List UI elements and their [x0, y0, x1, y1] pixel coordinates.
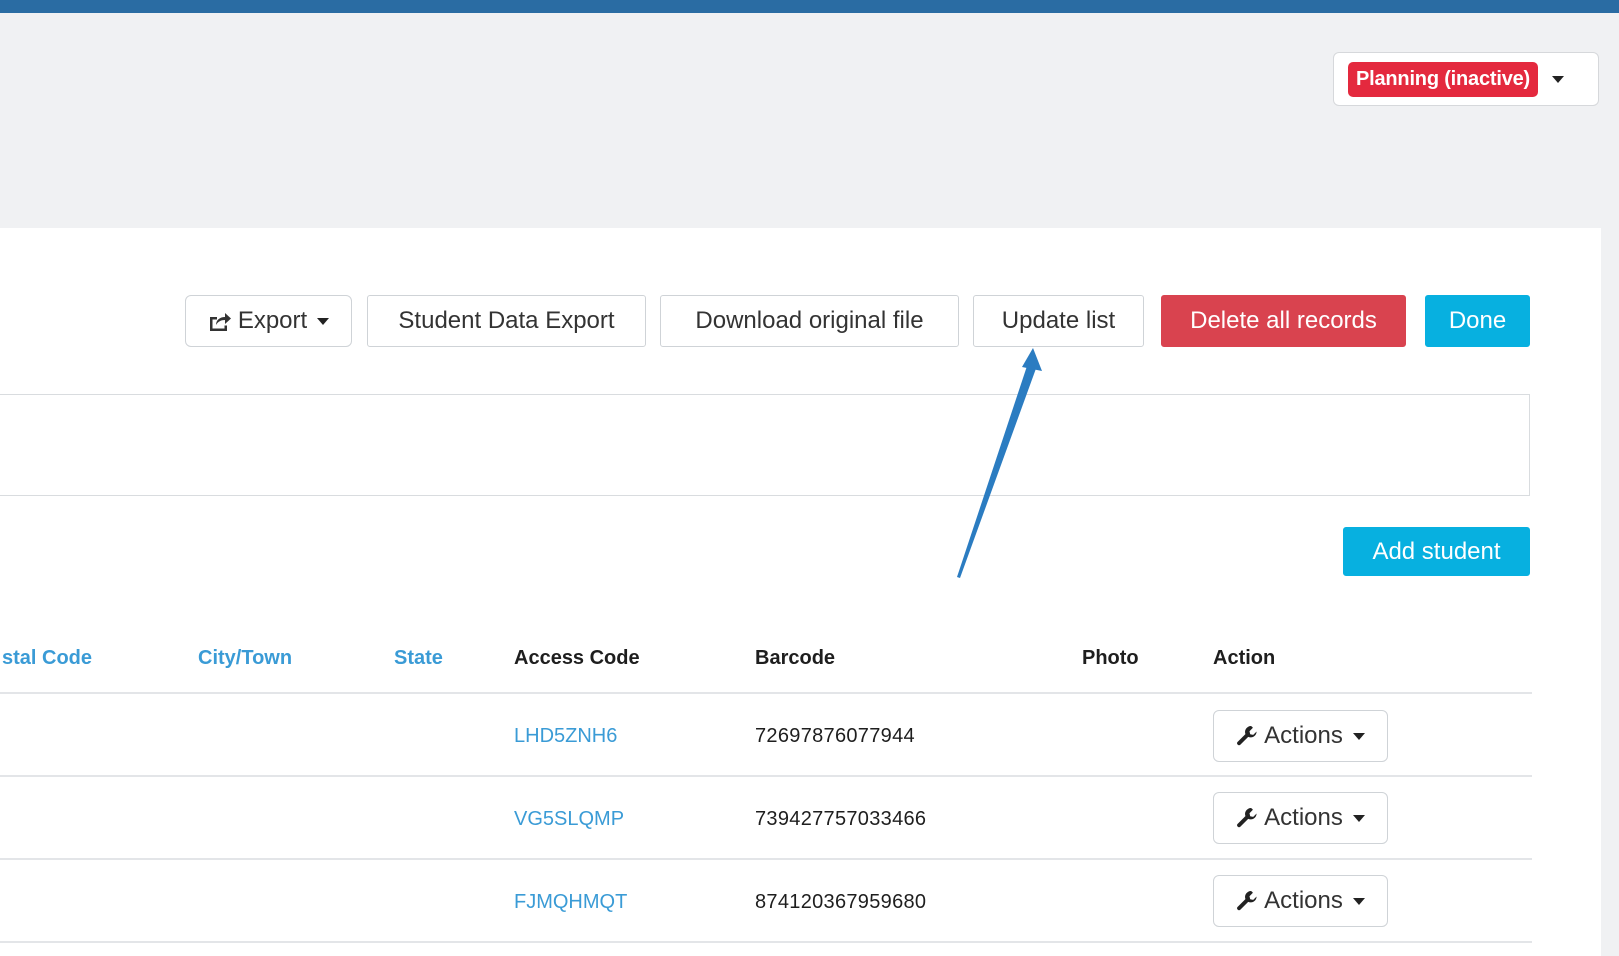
export-button[interactable]: Export	[185, 295, 352, 347]
student-data-export-button[interactable]: Student Data Export	[367, 295, 646, 347]
actions-button[interactable]: Actions	[1213, 710, 1388, 762]
access-code-link[interactable]: LHD5ZNH6	[514, 725, 617, 748]
actions-button[interactable]: Actions	[1213, 792, 1388, 844]
share-icon	[208, 310, 232, 332]
access-code-link[interactable]: FJMQHMQT	[514, 891, 627, 914]
actions-label: Actions	[1264, 887, 1343, 914]
wrench-icon	[1236, 725, 1258, 747]
column-header-photo: Photo	[1082, 647, 1139, 669]
filter-area	[0, 394, 1530, 496]
column-header-action: Action	[1213, 647, 1276, 669]
row-divider	[0, 941, 1532, 943]
caret-down-icon	[317, 317, 330, 325]
access-code-link[interactable]: VG5SLQMP	[514, 808, 624, 831]
column-header-access-code: Access Code	[514, 647, 640, 669]
row-divider	[0, 858, 1532, 860]
column-header-state[interactable]: State	[394, 647, 443, 670]
row-divider	[0, 775, 1532, 777]
barcode-value: 72697876077944	[755, 725, 915, 747]
barcode-value: 739427757033466	[755, 808, 927, 830]
caret-down-icon	[1552, 75, 1565, 83]
column-header-barcode: Barcode	[755, 647, 836, 669]
export-label: Export	[237, 307, 308, 334]
wrench-icon	[1236, 807, 1258, 829]
column-header-postal-code[interactable]: stal Code	[2, 647, 92, 670]
update-list-button[interactable]: Update list	[973, 295, 1144, 347]
barcode-value: 874120367959680	[755, 891, 927, 913]
wrench-icon	[1236, 890, 1258, 912]
status-badge: Planning (inactive)	[1348, 61, 1539, 97]
delete-all-records-button[interactable]: Delete all records	[1161, 295, 1406, 347]
column-header-city-town[interactable]: City/Town	[198, 647, 292, 670]
caret-down-icon	[1352, 732, 1365, 740]
done-button[interactable]: Done	[1425, 295, 1530, 347]
actions-label: Actions	[1264, 722, 1343, 749]
actions-label: Actions	[1264, 804, 1343, 831]
top-bar	[0, 0, 1619, 13]
caret-down-icon	[1352, 897, 1365, 905]
actions-button[interactable]: Actions	[1213, 875, 1388, 927]
download-original-file-button[interactable]: Download original file	[660, 295, 959, 347]
caret-down-icon	[1352, 814, 1365, 822]
status-dropdown[interactable]: Planning (inactive)	[1333, 52, 1599, 106]
row-divider	[0, 692, 1532, 694]
add-student-button[interactable]: Add student	[1343, 527, 1530, 576]
